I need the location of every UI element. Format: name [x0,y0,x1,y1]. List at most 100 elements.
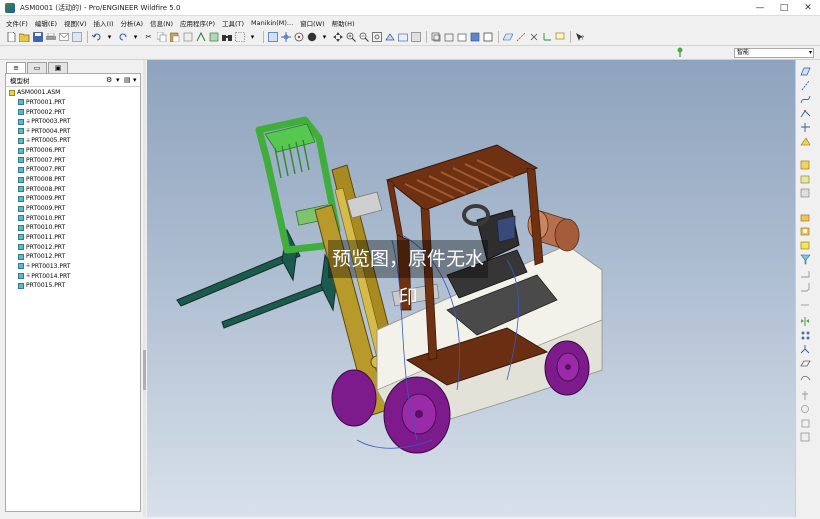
tab-favorites[interactable]: ▣ [48,62,68,73]
paste-icon[interactable] [169,32,180,43]
close-window-icon[interactable] [71,32,82,43]
menu-edit[interactable]: 编辑(E) [35,18,57,28]
tree-item[interactable]: ⁜ PRT0014.PRT [18,271,70,281]
tree-item[interactable]: PRT0012.PRT [18,242,65,252]
new-file-icon[interactable] [6,32,17,43]
tree-item[interactable]: PRT0008.PRT [18,175,65,185]
undo-icon[interactable] [91,32,102,43]
offset-icon[interactable] [800,390,811,401]
tree-item[interactable]: PRT0012.PRT [18,252,65,262]
coordinate-system-icon[interactable] [800,122,811,133]
menu-analysis[interactable]: 分析(A) [121,18,144,28]
zoom-in-icon[interactable] [345,32,356,43]
graphics-window[interactable]: 预览图，原件无水印 [147,60,795,517]
context-help-icon[interactable]: ? [574,32,585,43]
chamfer-icon[interactable] [800,282,811,293]
regeneration-manager-icon[interactable] [208,32,219,43]
menu-file[interactable]: 文件(F) [6,18,28,28]
tree-item[interactable]: PRT0007.PRT [18,165,65,175]
zoom-out-icon[interactable] [358,32,369,43]
pattern-icon[interactable] [800,330,811,341]
component-list-icon[interactable] [800,188,811,199]
redo-dropdown-icon[interactable]: ▾ [130,32,141,43]
menu-insert[interactable]: 插入(I) [94,18,114,28]
draft-icon[interactable] [800,254,811,265]
cut-feature-icon[interactable] [800,212,811,223]
no-hidden-icon[interactable] [456,32,467,43]
paste-special-icon[interactable] [182,32,193,43]
tree-item[interactable]: PRT0002.PRT [18,107,65,117]
tab-model-tree[interactable]: ≡ [6,62,26,73]
open-folder-icon[interactable] [19,32,30,43]
intersect-icon[interactable] [800,432,811,443]
datum-point-icon[interactable] [800,108,811,119]
reorient-icon[interactable] [384,32,395,43]
trim-icon[interactable] [800,358,811,369]
saved-views-icon[interactable] [397,32,408,43]
datum-axis-icon[interactable] [800,80,811,91]
pan-icon[interactable] [332,32,343,43]
display-style-icon[interactable] [306,32,317,43]
tree-item[interactable]: ⁜ PRT0013.PRT [18,262,70,272]
maximize-button[interactable]: □ [772,0,796,16]
merge-icon[interactable] [800,344,811,355]
cut-icon[interactable]: ✂ [143,32,154,43]
tree-item[interactable]: PRT0010.PRT [18,213,65,223]
minimize-button[interactable]: — [748,0,772,16]
tree-root[interactable]: ASM0001.ASM [9,88,60,98]
tree-settings-icon[interactable]: ⚙ [106,76,112,84]
select-dropdown-icon[interactable]: ▾ [247,32,258,43]
sketch-curve-icon[interactable] [800,94,811,105]
solidify-icon[interactable] [800,418,811,429]
undo-dropdown-icon[interactable]: ▾ [104,32,115,43]
splitter-grip[interactable] [143,350,146,390]
menu-view[interactable]: 视图(V) [64,18,87,28]
refit-icon[interactable] [371,32,382,43]
tree-item[interactable]: ⁜ PRT0003.PRT [18,117,70,127]
hidden-line-icon[interactable] [443,32,454,43]
send-mail-icon[interactable] [58,32,69,43]
slot-feature-icon[interactable] [800,240,811,251]
redo-icon[interactable] [117,32,128,43]
tree-item[interactable]: PRT0011.PRT [18,233,65,243]
round-icon[interactable] [800,268,811,279]
find-icon[interactable] [221,32,232,43]
assemble-component-icon[interactable] [800,160,811,171]
tree-item[interactable]: ⁜ PRT0005.PRT [18,136,70,146]
tree-item[interactable]: PRT0009.PRT [18,194,65,204]
chevron-down-icon[interactable]: ▾ [116,76,120,84]
chevron-down-icon[interactable]: ▾ [133,76,137,84]
enhanced-realism-icon[interactable] [482,32,493,43]
menu-help[interactable]: 帮助(H) [332,18,355,28]
regenerate-icon[interactable] [195,32,206,43]
datum-plane-icon[interactable] [800,66,811,77]
orient-mode-icon[interactable] [293,32,304,43]
tree-item[interactable]: PRT0001.PRT [18,98,65,108]
shading-icon[interactable] [469,32,480,43]
datum-axes-icon[interactable] [515,32,526,43]
shell-icon[interactable] [800,296,811,307]
tree-item[interactable]: ⁜ PRT0004.PRT [18,127,70,137]
datum-planes-icon[interactable] [502,32,513,43]
menu-applications[interactable]: 应用程序(P) [180,18,215,28]
select-box-icon[interactable] [234,32,245,43]
tree-item[interactable]: PRT0007.PRT [18,156,65,166]
hole-feature-icon[interactable] [800,226,811,237]
tree-item[interactable]: PRT0010.PRT [18,223,65,233]
tree-item[interactable]: PRT0006.PRT [18,146,65,156]
close-button[interactable]: ✕ [796,0,820,16]
selection-filter-select[interactable]: 智能 ▾ [734,48,814,58]
analysis-feature-icon[interactable] [800,136,811,147]
menu-window[interactable]: 窗口(W) [300,18,325,28]
coordinate-system-icon[interactable] [541,32,552,43]
tree-item[interactable]: PRT0008.PRT [18,184,65,194]
menu-info[interactable]: 信息(N) [150,18,173,28]
mirror-icon[interactable] [800,316,811,327]
annotation-display-icon[interactable] [554,32,565,43]
repaint-icon[interactable] [267,32,278,43]
display-style-dropdown-icon[interactable]: ▾ [319,32,330,43]
view-manager-icon[interactable] [410,32,421,43]
tree-item[interactable]: PRT0009.PRT [18,204,65,214]
tree-item[interactable]: PRT0015.PRT [18,281,65,291]
tree-columns-icon[interactable]: ▤ [124,76,131,84]
